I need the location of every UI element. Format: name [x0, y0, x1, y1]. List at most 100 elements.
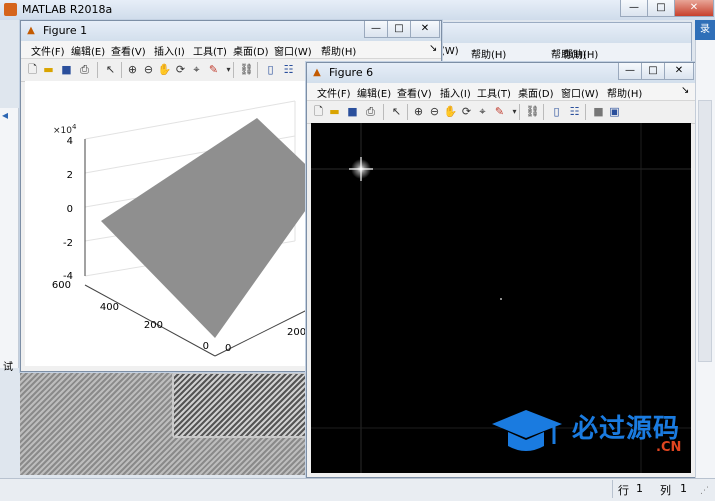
main-window-title: MATLAB R2018a: [22, 3, 113, 16]
open-folder-icon[interactable]: ▬: [327, 104, 342, 119]
brush-icon[interactable]: ✎: [206, 62, 221, 77]
zoom-out-icon[interactable]: ⊖: [141, 62, 156, 77]
figure6-menubar: 文件(F) 编辑(E) 查看(V) 插入(I) 工具(T) 桌面(D) 窗口(W…: [307, 83, 695, 101]
background-figure-titlebar: [441, 23, 691, 43]
watermark-suffix: .CN: [656, 440, 682, 455]
background-window-help-menu[interactable]: 帮助(H): [471, 46, 506, 61]
scrollbar[interactable]: [698, 100, 712, 362]
menubar-dock-icon[interactable]: ↘: [681, 85, 689, 96]
z-tick-label: 2: [67, 170, 73, 181]
new-file-icon[interactable]: 🗋: [311, 104, 326, 119]
menu-insert[interactable]: 插入(I): [154, 43, 185, 58]
x-tick-label: 0: [225, 343, 231, 354]
main-left-panel: [0, 108, 19, 368]
show-plot-tools-icon[interactable]: ▣: [607, 104, 622, 119]
z-tick-label: 4: [67, 136, 73, 147]
z-exponent-label: ×104: [53, 123, 77, 136]
print-icon[interactable]: ⎙: [77, 62, 92, 77]
menu-desktop[interactable]: 桌面(D): [233, 43, 269, 58]
main-side-tab[interactable]: 录: [695, 20, 715, 40]
z-tick-label: -2: [63, 238, 73, 249]
main-maximize-button[interactable]: □: [647, 0, 675, 17]
resize-grip-icon[interactable]: ⋰: [700, 486, 709, 496]
new-file-icon[interactable]: 🗋: [25, 62, 40, 77]
z-tick-label: 0: [67, 204, 73, 215]
data-cursor-icon[interactable]: ⌖: [475, 104, 490, 119]
figure6-close-button[interactable]: ✕: [664, 63, 694, 80]
main-left-fragment: 试: [3, 362, 13, 373]
pointer-icon[interactable]: ↖: [103, 62, 118, 77]
matlab-logo-icon: [4, 3, 17, 16]
zoom-in-icon[interactable]: ⊕: [125, 62, 140, 77]
rotate-3d-icon[interactable]: ⟳: [173, 62, 188, 77]
pan-hand-icon[interactable]: ✋: [443, 104, 458, 119]
figure1-minimize-button[interactable]: —: [364, 21, 388, 38]
link-plot-icon[interactable]: ⛓: [239, 62, 254, 77]
menu-insert[interactable]: 插入(I): [440, 85, 471, 100]
link-plot-icon[interactable]: ⛓: [525, 104, 540, 119]
pan-hand-icon[interactable]: ✋: [157, 62, 172, 77]
data-cursor-icon[interactable]: ⌖: [189, 62, 204, 77]
menu-view[interactable]: 查看(V): [397, 85, 432, 100]
save-icon[interactable]: ■: [345, 104, 360, 119]
save-icon[interactable]: ■: [59, 62, 74, 77]
legend-icon[interactable]: ☷: [567, 104, 582, 119]
graduation-cap-icon: [492, 410, 562, 451]
figure1-close-button[interactable]: ✕: [410, 21, 440, 38]
legend-icon[interactable]: ☷: [281, 62, 296, 77]
figure6-titlebar[interactable]: ▲ Figure 6 — □ ✕: [307, 63, 695, 83]
menu-edit[interactable]: 编辑(E): [71, 43, 105, 58]
figure6-maximize-button[interactable]: □: [641, 63, 665, 80]
y-tick-label: 0: [203, 341, 209, 352]
status-row-value: 1: [636, 482, 643, 495]
brush-icon[interactable]: ✎: [492, 104, 507, 119]
y-tick-label: 600: [52, 280, 71, 291]
x-tick-label: 200: [287, 327, 306, 338]
menu-help[interactable]: 帮助(H): [321, 43, 356, 58]
menu-tools[interactable]: 工具(T): [193, 43, 227, 58]
figure-icon: ▲: [27, 25, 35, 36]
status-col-label: 列: [660, 484, 671, 497]
menu-tools[interactable]: 工具(T): [477, 85, 511, 100]
main-minimize-button[interactable]: —: [620, 0, 648, 17]
menu-file[interactable]: 文件(F): [31, 43, 65, 58]
surface-plane: [101, 118, 325, 338]
figure6-title: Figure 6: [329, 66, 374, 79]
menu-edit[interactable]: 编辑(E): [357, 85, 391, 100]
background-window-menu-fragment[interactable]: (W): [441, 46, 459, 57]
main-titlebar[interactable]: MATLAB R2018a — □ ✕: [0, 0, 715, 20]
status-bar: [0, 478, 715, 501]
chevron-left-icon[interactable]: ◂: [2, 108, 16, 122]
main-close-button[interactable]: ✕: [674, 0, 714, 17]
background-figure-window[interactable]: (W) 帮助(H) 帮助(H) 帮助(H): [440, 22, 692, 64]
rotate-3d-icon[interactable]: ⟳: [459, 104, 474, 119]
background-window-help-menu[interactable]: 帮助(H): [563, 46, 598, 61]
y-tick-label: 400: [100, 302, 119, 313]
menu-window[interactable]: 窗口(W): [274, 43, 312, 58]
colorbar-icon[interactable]: ▯: [549, 104, 564, 119]
figure6-toolbar: 🗋 ▬ ■ ⎙ ↖ ⊕ ⊖ ✋ ⟳ ⌖ ✎ ▾ ⛓ ▯ ☷ ■ ▣: [307, 101, 695, 124]
menu-help[interactable]: 帮助(H): [607, 85, 642, 100]
zoom-out-icon[interactable]: ⊖: [427, 104, 442, 119]
status-col-value: 1: [680, 482, 687, 495]
menu-window[interactable]: 窗口(W): [561, 85, 599, 100]
hide-plot-tools-icon[interactable]: ■: [591, 104, 606, 119]
print-icon[interactable]: ⎙: [363, 104, 378, 119]
status-row-label: 行: [618, 484, 629, 497]
open-folder-icon[interactable]: ▬: [41, 62, 56, 77]
hatched-image-card: [172, 372, 311, 438]
figure-icon: ▲: [313, 67, 321, 78]
figure1-menubar: 文件(F) 编辑(E) 查看(V) 插入(I) 工具(T) 桌面(D) 窗口(W…: [21, 41, 441, 59]
menu-file[interactable]: 文件(F): [317, 85, 351, 100]
figure1-maximize-button[interactable]: □: [387, 21, 411, 38]
figure1-titlebar[interactable]: ▲ Figure 1 — □ ✕: [21, 21, 441, 41]
y-tick-label: 200: [144, 320, 163, 331]
menubar-dock-icon[interactable]: ↘: [429, 43, 437, 54]
figure6-minimize-button[interactable]: —: [618, 63, 642, 80]
figure1-title: Figure 1: [43, 24, 88, 37]
menu-desktop[interactable]: 桌面(D): [518, 85, 554, 100]
menu-view[interactable]: 查看(V): [111, 43, 146, 58]
zoom-in-icon[interactable]: ⊕: [411, 104, 426, 119]
pointer-icon[interactable]: ↖: [389, 104, 404, 119]
colorbar-icon[interactable]: ▯: [263, 62, 278, 77]
